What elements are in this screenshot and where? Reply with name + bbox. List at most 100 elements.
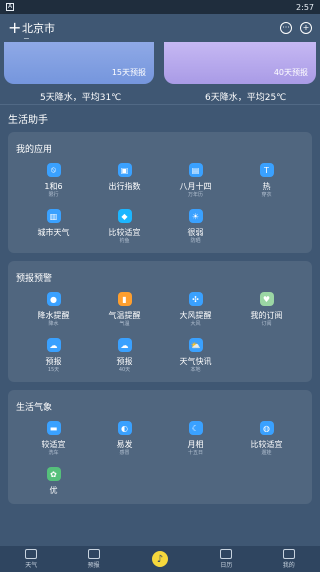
topbar-actions: ··· + [280,22,312,34]
app-tile-calendar[interactable]: ▤ 八月十四 万年历 [160,163,231,199]
nav-label: 日历 [220,562,233,569]
alert-tile-subscription[interactable]: ♥ 我的订阅 订阅 [231,292,302,328]
nav-weather[interactable]: 天气 [25,549,37,569]
tile-sub: 40天 [118,367,131,373]
tile-sub: 遛娃 [261,450,272,456]
fish-icon: ◆ [117,209,132,223]
sun-icon: ☀ [188,209,203,223]
tile-label: 较适宜 [41,440,66,449]
life-tile-cold[interactable]: ◐ 易发 感冒 [89,421,160,457]
life-tile-stroller[interactable]: ◍ 比较适宜 遛娃 [231,421,302,457]
cloud-icon: ☁ [46,338,61,352]
life-title: 生活气象 [16,403,53,413]
tile-label: 城市天气 [37,228,70,237]
profile-icon [282,549,295,559]
calendar-icon: ▤ [188,163,203,177]
bag-icon: ▣ [117,163,132,177]
cloud-icon: ☁ [117,338,132,352]
app-tile-sunscreen[interactable]: ☀ 很弱 防晒 [160,209,231,245]
app-tile-restriction[interactable]: ⦸ 1和6 限行 [18,163,89,199]
life-tile-moon[interactable]: ☾ 月相 十五日 [160,421,231,457]
alert-tile-wind[interactable]: ✣ 大风提醒 大风 [160,292,231,328]
tile-label: 月相 [187,440,204,449]
tile-sub: 十五日 [187,450,203,456]
tile-sub: 限行 [48,192,59,198]
tile-sub: 感冒 [119,450,130,456]
bookmark-icon: ♥ [259,292,274,306]
nav-label: 预报 [87,562,100,569]
tile-label: 气温提醒 [108,311,141,320]
moon-icon: ☾ [188,421,203,435]
alert-tile-15day[interactable]: ☁ 预报 15天 [18,338,89,374]
tile-sub: 订阅 [261,321,272,327]
app-tile-city-weather[interactable]: ▥ 城市天气 [18,209,89,245]
tile-label: 天气快讯 [179,357,212,366]
alert-tile-rain[interactable]: ● 降水提醒 降水 [18,292,89,328]
cloud-sun-icon: ⛅ [188,338,203,352]
apps-panel: 我的应用 ⦸ 1和6 限行 ▣ 出行指数 ▤ 八月十四 万年历 T 热穿衣 ▥ 城市天气 ◆ 比… [8,132,312,253]
forecast-40-badge: 40天预报 [273,68,308,77]
life-tile-air[interactable]: ✿ 优 [18,467,89,496]
tile-sub: 大风 [190,321,201,327]
stroller-icon: ◍ [259,421,274,435]
nav-calendar[interactable]: 日历 [220,549,232,569]
forecast-icon [87,549,100,559]
tile-sub: 本地 [190,367,201,373]
tile-label: 比较适宜 [250,440,283,449]
tile-sub: 穿衣 [261,192,272,198]
chat-icon[interactable]: ··· [280,22,292,34]
wind-icon: ✣ [188,292,203,306]
forecast-summary-15: 5天降水，平均31℃ [40,93,122,103]
tile-label: 热 [262,182,271,191]
status-bar: A 2:57 [0,0,320,14]
forecast-card-15[interactable]: 15天预报 [4,42,154,84]
city-icon: ▥ [46,209,61,223]
life-tile-carwash[interactable]: ▬ 较适宜 洗车 [18,421,89,457]
top-bar: + 北京市 − ··· + [0,14,320,43]
calendar-icon [220,549,233,559]
status-app-icon: A [6,3,14,11]
tile-sub: 气温 [119,321,130,327]
tile-label: 比较适宜 [108,228,141,237]
forecast-card-40[interactable]: 40天预报 [164,42,316,84]
alert-tile-40day[interactable]: ☁ 预报 40天 [89,338,160,374]
tile-label: 很弱 [187,228,204,237]
nav-profile[interactable]: 我的 [282,549,295,569]
alert-tile-temperature[interactable]: ▮ 气温提醒 气温 [89,292,160,328]
tile-sub: 万年历 [187,192,203,198]
section-life-assistant: 生活助手 [0,104,320,132]
speaker-button[interactable]: ♪ [149,549,170,569]
app-tile-clothing[interactable]: T 热穿衣 [231,163,302,199]
tile-sub: 防晒 [190,238,201,244]
app-tile-fishing[interactable]: ◆ 比较适宜 钓鱼 [89,209,160,245]
tile-label: 降水提醒 [37,311,70,320]
tile-label: 易发 [116,440,133,449]
thermometer-icon: ▮ [117,292,132,306]
forecast-summary-40: 6天降水，平均25℃ [205,93,287,103]
tile-sub: 洗车 [48,450,59,456]
app-tile-travel-index[interactable]: ▣ 出行指数 [89,163,160,199]
tile-sub: 15天 [47,367,60,373]
status-time: 2:57 [296,2,314,12]
alert-tile-news[interactable]: ⛅ 天气快讯 本地 [160,338,231,374]
pill-icon: ◐ [117,421,132,435]
tile-label: 预报 [116,357,133,366]
nav-forecast[interactable]: 预报 [87,549,100,569]
speaker-icon: ♪ [156,553,164,565]
tile-label: 优 [49,486,58,495]
weather-icon [25,549,38,559]
add-city-icon[interactable]: + [8,20,21,36]
forecast-15-badge: 15天预报 [111,68,146,77]
tile-label: 预报 [45,357,62,366]
tile-label: 我的订阅 [250,311,283,320]
alerts-title: 预报预警 [16,274,53,284]
nav-label: 天气 [25,562,38,569]
alerts-panel: 预报预警 ● 降水提醒 降水 ▮ 气温提醒 气温 ✣ 大风提醒 大风 ♥ 我的订阅 订阅 ☁ 预报… [8,261,312,382]
tile-sub: 降水 [48,321,59,327]
leaf-icon: ✿ [46,467,61,481]
nav-label: 我的 [282,562,295,569]
tile-label: 出行指数 [108,182,141,191]
forecast-cards: 15天预报 40天预报 5天降水，平均31℃ 6天降水，平均25℃ [0,42,320,104]
tile-label: 1和6 [44,182,63,191]
add-circle-icon[interactable]: + [300,22,312,34]
